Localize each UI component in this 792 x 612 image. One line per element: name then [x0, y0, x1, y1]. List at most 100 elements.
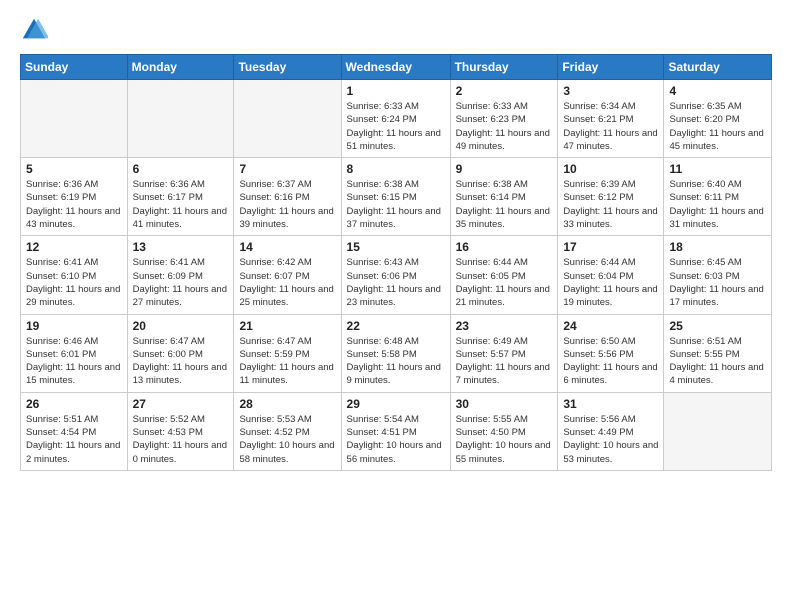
calendar-cell — [21, 80, 128, 158]
weekday-header: Monday — [127, 55, 234, 80]
calendar-cell: 26Sunrise: 5:51 AM Sunset: 4:54 PM Dayli… — [21, 392, 128, 470]
calendar-cell: 11 Sunrise: 6:40 AM Sunset: 6:11 PM Dayli… — [664, 158, 772, 236]
day-info: Sunrise: 5:56 AM Sunset: 4:49 PM Dayligh… — [563, 413, 658, 466]
calendar-cell: 27 Sunrise: 5:52 AM Sunset: 4:53 PM Dayli… — [127, 392, 234, 470]
calendar-cell: 28 Sunrise: 5:53 AM Sunset: 4:52 PM Dayli… — [234, 392, 341, 470]
day-info: Sunrise: 6:36 AM Sunset: 6:19 PM Dayligh… — [26, 178, 122, 231]
calendar-cell: 23 Sunrise: 6:49 AM Sunset: 5:57 PM Dayli… — [450, 314, 558, 392]
calendar-cell: 21 Sunrise: 6:47 AM Sunset: 5:59 PM Dayli… — [234, 314, 341, 392]
day-info: Sunrise: 6:34 AM Sunset: 6:21 PM Dayligh… — [563, 100, 658, 153]
calendar-week-row: 1 Sunrise: 6:33 AM Sunset: 6:24 PM Daylig… — [21, 80, 772, 158]
day-info: Sunrise: 6:41 AM Sunset: 6:09 PM Dayligh… — [133, 256, 229, 309]
day-info: Sunrise: 6:37 AM Sunset: 6:16 PM Dayligh… — [239, 178, 335, 231]
calendar-cell: 13 Sunrise: 6:41 AM Sunset: 6:09 PM Dayli… — [127, 236, 234, 314]
weekday-header: Sunday — [21, 55, 128, 80]
day-info: Sunrise: 6:42 AM Sunset: 6:07 PM Dayligh… — [239, 256, 335, 309]
calendar-cell: 1 Sunrise: 6:33 AM Sunset: 6:24 PM Daylig… — [341, 80, 450, 158]
calendar-cell: 20 Sunrise: 6:47 AM Sunset: 6:00 PM Dayli… — [127, 314, 234, 392]
weekday-header: Thursday — [450, 55, 558, 80]
day-number: 7 — [239, 162, 335, 176]
day-number: 5 — [26, 162, 122, 176]
calendar-cell: 6Sunrise: 6:36 AM Sunset: 6:17 PM Daylig… — [127, 158, 234, 236]
day-info: Sunrise: 6:51 AM Sunset: 5:55 PM Dayligh… — [669, 335, 766, 388]
calendar-cell: 4 Sunrise: 6:35 AM Sunset: 6:20 PM Daylig… — [664, 80, 772, 158]
day-info: Sunrise: 6:47 AM Sunset: 5:59 PM Dayligh… — [239, 335, 335, 388]
day-number: 31 — [563, 397, 658, 411]
day-number: 16 — [456, 240, 553, 254]
weekday-header: Saturday — [664, 55, 772, 80]
day-info: Sunrise: 6:45 AM Sunset: 6:03 PM Dayligh… — [669, 256, 766, 309]
calendar-cell: 8 Sunrise: 6:38 AM Sunset: 6:15 PM Daylig… — [341, 158, 450, 236]
day-number: 8 — [347, 162, 445, 176]
calendar-cell: 25 Sunrise: 6:51 AM Sunset: 5:55 PM Dayli… — [664, 314, 772, 392]
day-info: Sunrise: 6:35 AM Sunset: 6:20 PM Dayligh… — [669, 100, 766, 153]
day-number: 4 — [669, 84, 766, 98]
day-number: 17 — [563, 240, 658, 254]
day-number: 19 — [26, 319, 122, 333]
calendar-week-row: 12 Sunrise: 6:41 AM Sunset: 6:10 PM Dayli… — [21, 236, 772, 314]
day-number: 26 — [26, 397, 122, 411]
day-number: 30 — [456, 397, 553, 411]
day-number: 21 — [239, 319, 335, 333]
weekday-header: Friday — [558, 55, 664, 80]
day-number: 23 — [456, 319, 553, 333]
calendar-cell: 3Sunrise: 6:34 AM Sunset: 6:21 PM Daylig… — [558, 80, 664, 158]
calendar-cell: 31 Sunrise: 5:56 AM Sunset: 4:49 PM Dayli… — [558, 392, 664, 470]
calendar-week-row: 19 Sunrise: 6:46 AM Sunset: 6:01 PM Dayli… — [21, 314, 772, 392]
day-info: Sunrise: 6:48 AM Sunset: 5:58 PM Dayligh… — [347, 335, 445, 388]
day-number: 12 — [26, 240, 122, 254]
day-info: Sunrise: 6:47 AM Sunset: 6:00 PM Dayligh… — [133, 335, 229, 388]
day-number: 9 — [456, 162, 553, 176]
day-info: Sunrise: 6:50 AM Sunset: 5:56 PM Dayligh… — [563, 335, 658, 388]
calendar-cell — [234, 80, 341, 158]
day-number: 28 — [239, 397, 335, 411]
day-number: 24 — [563, 319, 658, 333]
day-info: Sunrise: 5:55 AM Sunset: 4:50 PM Dayligh… — [456, 413, 553, 466]
logo-icon — [20, 16, 48, 44]
day-number: 13 — [133, 240, 229, 254]
day-info: Sunrise: 6:38 AM Sunset: 6:14 PM Dayligh… — [456, 178, 553, 231]
day-number: 6 — [133, 162, 229, 176]
day-info: Sunrise: 6:39 AM Sunset: 6:12 PM Dayligh… — [563, 178, 658, 231]
day-number: 27 — [133, 397, 229, 411]
calendar-week-row: 5 Sunrise: 6:36 AM Sunset: 6:19 PM Daylig… — [21, 158, 772, 236]
calendar-table: SundayMondayTuesdayWednesdayThursdayFrid… — [20, 54, 772, 471]
header — [20, 16, 772, 44]
day-info: Sunrise: 6:38 AM Sunset: 6:15 PM Dayligh… — [347, 178, 445, 231]
day-info: Sunrise: 6:46 AM Sunset: 6:01 PM Dayligh… — [26, 335, 122, 388]
page: SundayMondayTuesdayWednesdayThursdayFrid… — [0, 0, 792, 612]
calendar-cell: 14 Sunrise: 6:42 AM Sunset: 6:07 PM Dayli… — [234, 236, 341, 314]
day-number: 22 — [347, 319, 445, 333]
day-number: 15 — [347, 240, 445, 254]
calendar-cell: 19 Sunrise: 6:46 AM Sunset: 6:01 PM Dayli… — [21, 314, 128, 392]
weekday-header: Wednesday — [341, 55, 450, 80]
calendar-cell: 2Sunrise: 6:33 AM Sunset: 6:23 PM Daylig… — [450, 80, 558, 158]
day-number: 10 — [563, 162, 658, 176]
day-info: Sunrise: 6:33 AM Sunset: 6:23 PM Dayligh… — [456, 100, 553, 153]
day-info: Sunrise: 5:53 AM Sunset: 4:52 PM Dayligh… — [239, 413, 335, 466]
weekday-header: Tuesday — [234, 55, 341, 80]
day-number: 20 — [133, 319, 229, 333]
day-number: 14 — [239, 240, 335, 254]
day-number: 1 — [347, 84, 445, 98]
calendar-cell: 12 Sunrise: 6:41 AM Sunset: 6:10 PM Dayli… — [21, 236, 128, 314]
day-number: 25 — [669, 319, 766, 333]
calendar-cell: 29 Sunrise: 5:54 AM Sunset: 4:51 PM Dayli… — [341, 392, 450, 470]
calendar-cell: 15Sunrise: 6:43 AM Sunset: 6:06 PM Dayli… — [341, 236, 450, 314]
day-info: Sunrise: 5:54 AM Sunset: 4:51 PM Dayligh… — [347, 413, 445, 466]
calendar-cell: 9 Sunrise: 6:38 AM Sunset: 6:14 PM Daylig… — [450, 158, 558, 236]
day-number: 29 — [347, 397, 445, 411]
day-info: Sunrise: 5:52 AM Sunset: 4:53 PM Dayligh… — [133, 413, 229, 466]
day-info: Sunrise: 6:40 AM Sunset: 6:11 PM Dayligh… — [669, 178, 766, 231]
day-number: 11 — [669, 162, 766, 176]
calendar-cell: 18 Sunrise: 6:45 AM Sunset: 6:03 PM Dayli… — [664, 236, 772, 314]
day-info: Sunrise: 6:33 AM Sunset: 6:24 PM Dayligh… — [347, 100, 445, 153]
day-info: Sunrise: 6:44 AM Sunset: 6:05 PM Dayligh… — [456, 256, 553, 309]
calendar-cell: 17Sunrise: 6:44 AM Sunset: 6:04 PM Dayli… — [558, 236, 664, 314]
day-info: Sunrise: 6:49 AM Sunset: 5:57 PM Dayligh… — [456, 335, 553, 388]
day-info: Sunrise: 6:41 AM Sunset: 6:10 PM Dayligh… — [26, 256, 122, 309]
calendar-cell: 24 Sunrise: 6:50 AM Sunset: 5:56 PM Dayli… — [558, 314, 664, 392]
day-number: 18 — [669, 240, 766, 254]
calendar-cell — [664, 392, 772, 470]
calendar-cell: 30 Sunrise: 5:55 AM Sunset: 4:50 PM Dayli… — [450, 392, 558, 470]
